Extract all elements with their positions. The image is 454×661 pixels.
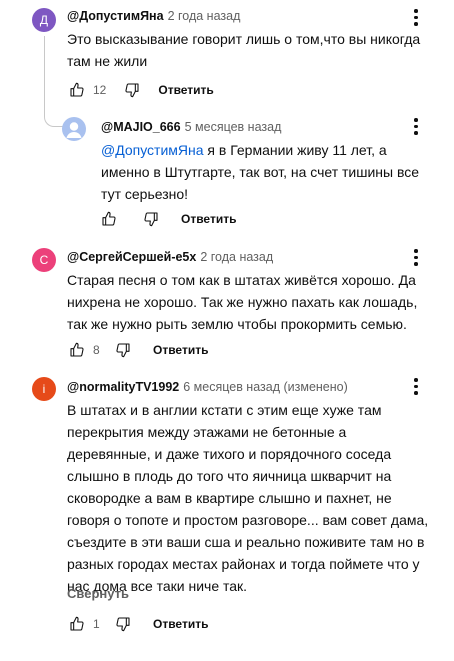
more-actions-icon[interactable] — [413, 9, 419, 29]
mention-link[interactable]: @ДопустимЯна — [101, 142, 204, 158]
comment-time[interactable]: 2 года назад — [200, 250, 273, 264]
comment-author[interactable]: @ДопустимЯна 2 года назад — [67, 9, 240, 23]
reply-button[interactable]: Ответить — [153, 343, 208, 357]
comment-actions: 12 Ответить — [67, 78, 214, 102]
reply-thread-line — [44, 36, 63, 127]
dislike-icon[interactable] — [122, 80, 142, 100]
avatar[interactable]: i — [32, 377, 56, 401]
comment-time[interactable]: 5 месяцев назад — [185, 120, 282, 134]
comment-text: Это высказывание говорит лишь о том,что … — [67, 31, 421, 69]
comment-actions: Ответить — [99, 207, 236, 231]
like-icon[interactable] — [99, 209, 119, 229]
like-count: 1 — [93, 617, 100, 631]
comment-actions: 8 Ответить — [67, 338, 208, 362]
comment-text: В штатах и в англии кстати с этим еще ху… — [67, 402, 429, 594]
like-icon[interactable] — [67, 614, 87, 634]
comment-time[interactable]: 2 года назад — [168, 9, 241, 23]
comment-author[interactable]: @normalityTV1992 6 месяцев назад (изменен… — [67, 380, 348, 394]
author-name[interactable]: @normalityTV1992 — [67, 380, 179, 394]
more-actions-icon[interactable] — [413, 118, 419, 138]
avatar[interactable]: Д — [32, 8, 56, 32]
comment-author[interactable]: @MAJIO_666 5 месяцев назад — [101, 120, 281, 134]
avatar[interactable]: С — [32, 248, 56, 272]
more-actions-icon[interactable] — [413, 249, 419, 269]
comment-time[interactable]: 6 месяцев назад (изменено) — [183, 380, 348, 394]
author-name[interactable]: @ДопустимЯна — [67, 9, 164, 23]
comment-text: @ДопустимЯна я в Германии живу 11 лет, а… — [101, 139, 441, 205]
dislike-icon[interactable] — [141, 209, 161, 229]
author-name[interactable]: @MAJIO_666 — [101, 120, 181, 134]
author-name[interactable]: @СергейСершей-е5х — [67, 250, 196, 264]
comment-actions: 1 Ответить — [67, 612, 208, 636]
collapse-button[interactable]: Свернуть — [67, 586, 129, 601]
reply-button[interactable]: Ответить — [158, 83, 213, 97]
avatar[interactable] — [62, 117, 86, 141]
comment-text: Старая песня о том как в штатах живётся … — [67, 272, 418, 332]
like-count: 12 — [93, 83, 107, 97]
reply-button[interactable]: Ответить — [153, 617, 208, 631]
dislike-icon[interactable] — [113, 340, 133, 360]
like-icon[interactable] — [67, 80, 87, 100]
reply-button[interactable]: Ответить — [181, 212, 236, 226]
comment-author[interactable]: @СергейСершей-е5х 2 года назад — [67, 250, 273, 264]
more-actions-icon[interactable] — [413, 378, 419, 398]
like-count: 8 — [93, 343, 100, 357]
like-icon[interactable] — [67, 340, 87, 360]
dislike-icon[interactable] — [113, 614, 133, 634]
